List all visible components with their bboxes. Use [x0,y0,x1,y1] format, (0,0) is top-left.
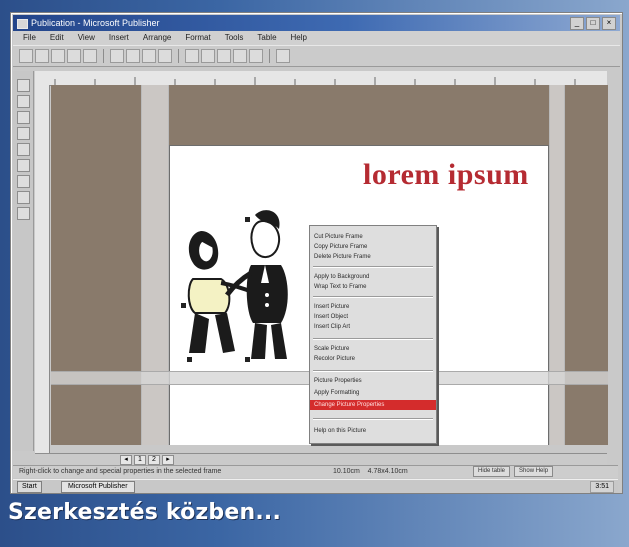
menu-item-scale-picture[interactable]: Scale Picture [314,344,432,354]
selection-handle[interactable] [245,217,250,222]
table-tool-icon[interactable] [17,111,30,124]
layout-guide-vertical [141,85,169,445]
page-headline[interactable]: lorem ipsum [363,158,529,192]
menu-item-picture-properties[interactable]: Picture Properties [314,376,432,386]
picture-tool-icon[interactable] [17,143,30,156]
redo-icon[interactable] [201,49,215,63]
size-value: 4.78x4.10cm [367,468,408,475]
window-title: Publication - Microsoft Publisher [31,18,160,28]
menu-arrange[interactable]: Arrange [143,31,171,45]
ruler-ticks [54,77,576,85]
menu-item-insert-picture[interactable]: Insert Picture [314,302,432,312]
title-bar: Publication - Microsoft Publisher _ □ × [13,15,620,31]
status-position: 10.10cm 4.78x4.10cm [333,466,408,478]
page-1-tab[interactable]: 1 [134,455,146,465]
app-icon [17,19,28,29]
close-button[interactable]: × [602,17,616,30]
menu-item-copy-picture-frame[interactable]: Copy Picture Frame [314,242,432,252]
help-icon[interactable] [276,49,290,63]
menu-file[interactable]: File [23,31,36,45]
first-page-icon[interactable]: ◂ [120,455,132,465]
undo-icon[interactable] [185,49,199,63]
menu-table[interactable]: Table [257,31,276,45]
paste-icon[interactable] [142,49,156,63]
copy-icon[interactable] [126,49,140,63]
menu-tools[interactable]: Tools [225,31,244,45]
selection-handle[interactable] [245,357,250,362]
menu-item-apply-formatting[interactable]: Apply Formatting [314,388,432,398]
page-2-tab[interactable]: 2 [148,455,160,465]
vertical-ruler[interactable] [35,85,50,453]
context-menu: Cut Picture Frame Copy Picture Frame Del… [309,225,437,444]
menu-separator [313,266,433,268]
system-clock: 3:51 [590,481,614,493]
selection-handle[interactable] [187,357,192,362]
wordart-tool-icon[interactable] [17,127,30,140]
send-back-icon[interactable] [233,49,247,63]
toolbar-separator [103,49,104,63]
status-bar: Right-click to change and special proper… [13,465,618,478]
menu-edit[interactable]: Edit [50,31,64,45]
oval-tool-icon[interactable] [17,191,30,204]
objects-toolbar [13,71,34,451]
minimize-button[interactable]: _ [570,17,584,30]
rectangle-tool-icon[interactable] [17,207,30,220]
cut-icon[interactable] [110,49,124,63]
selection-handle[interactable] [181,303,186,308]
toolbar-separator [178,49,179,63]
caption-text: Szerkesztés közben... [8,500,282,525]
menu-separator [313,296,433,298]
open-icon[interactable] [35,49,49,63]
windows-taskbar: Start Microsoft Publisher 3:51 [13,479,618,493]
page-navigation: ◂ 1 2 ▸ [120,455,174,465]
bring-front-icon[interactable] [217,49,231,63]
menu-item-change-picture-properties[interactable]: Change Picture Properties [310,400,436,410]
menu-separator [313,370,433,372]
zoom-icon[interactable] [249,49,263,63]
line-tool-icon[interactable] [17,175,30,188]
menu-item-cut-picture-frame[interactable]: Cut Picture Frame [314,232,432,242]
layout-guide-vertical [549,85,565,445]
menu-separator [313,418,433,420]
horizontal-ruler[interactable] [35,71,607,86]
show-help-button[interactable]: Show Help [514,466,554,477]
status-buttons: Hide table Show Help [473,466,554,477]
new-icon[interactable] [19,49,33,63]
menu-separator [313,338,433,340]
clip-art-couple-icon[interactable] [171,203,316,365]
menu-item-insert-clip-art[interactable]: Insert Clip Art [314,322,432,332]
horizontal-scrollbar[interactable]: ◂ 1 2 ▸ [35,453,607,465]
menu-item-recolor-picture[interactable]: Recolor Picture [314,354,432,364]
text-frame-tool-icon[interactable] [17,95,30,108]
screenshot-frame: Publication - Microsoft Publisher _ □ × … [0,0,629,547]
window-controls: _ □ × [570,17,616,30]
menu-item-delete-picture-frame[interactable]: Delete Picture Frame [314,252,432,262]
menu-bar: File Edit View Insert Arrange Format Too… [13,31,620,45]
save-icon[interactable] [51,49,65,63]
menu-item-help-on-picture[interactable]: Help on this Picture [314,426,432,436]
print-preview-icon[interactable] [83,49,97,63]
menu-item-apply-to-background[interactable]: Apply to Background [314,272,432,282]
hide-table-button[interactable]: Hide table [473,466,511,477]
standard-toolbar [13,45,620,67]
menu-insert[interactable]: Insert [109,31,129,45]
position-value: 10.10cm [333,468,360,475]
maximize-button[interactable]: □ [586,17,600,30]
toolbar-separator [269,49,270,63]
menu-format[interactable]: Format [185,31,210,45]
print-icon[interactable] [67,49,81,63]
pointer-tool-icon[interactable] [17,79,30,92]
publisher-window: Publication - Microsoft Publisher _ □ × … [10,12,623,494]
menu-help[interactable]: Help [291,31,307,45]
status-message: Right-click to change and special proper… [19,468,222,475]
format-painter-icon[interactable] [158,49,172,63]
taskbar-app-button[interactable]: Microsoft Publisher [61,481,135,493]
menu-view[interactable]: View [78,31,95,45]
last-page-icon[interactable]: ▸ [162,455,174,465]
menu-item-wrap-text[interactable]: Wrap Text to Frame [314,282,432,292]
clip-art-tool-icon[interactable] [17,159,30,172]
menu-item-insert-object[interactable]: Insert Object [314,312,432,322]
start-button[interactable]: Start [17,481,42,493]
